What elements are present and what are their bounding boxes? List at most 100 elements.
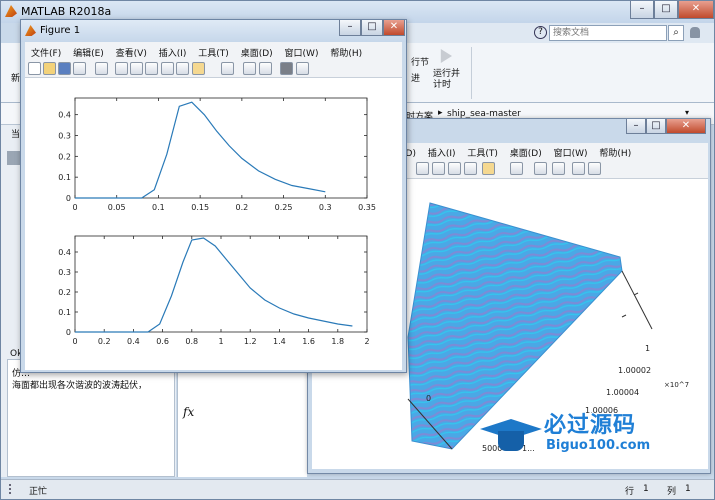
watermark-name: 必过源码 <box>544 413 637 438</box>
main-maximize-button[interactable]: □ <box>654 1 678 19</box>
run-and-time-button[interactable]: 运行并计时 <box>433 69 463 91</box>
fig1-close-button[interactable]: ✕ <box>383 20 405 36</box>
brush-icon[interactable] <box>192 62 205 75</box>
command-window[interactable]: fx <box>177 359 307 477</box>
search-docs-input[interactable] <box>549 25 667 41</box>
rotate-icon[interactable] <box>464 162 477 175</box>
x-tick-label: 1.2 <box>244 337 257 346</box>
matlab-logo-icon <box>5 5 17 17</box>
link-plot-icon[interactable] <box>221 62 234 75</box>
x-tick-label: 0.6 <box>156 337 169 346</box>
zoom-in-icon[interactable] <box>416 162 429 175</box>
zoom-in-icon[interactable] <box>115 62 128 75</box>
fig1-title: Figure 1 <box>40 25 81 36</box>
dock-icon[interactable] <box>588 162 601 175</box>
status-col-label: 列 <box>667 487 677 497</box>
menu-view[interactable]: 查看(V) <box>116 49 147 59</box>
fig2-maximize-button[interactable]: □ <box>646 119 666 134</box>
hide-tools-icon[interactable] <box>572 162 585 175</box>
menu-help[interactable]: 帮助(H) <box>330 49 362 59</box>
ribbon-section-label[interactable]: 行节 <box>411 55 429 68</box>
x-tick-label: 1.6 <box>302 337 315 346</box>
edit-plot-icon[interactable] <box>95 62 108 75</box>
ribbon-divider <box>471 47 472 99</box>
fx-icon: fx <box>183 405 195 419</box>
x-tick-label: 0 <box>72 337 77 346</box>
y-tick-3: 1.00004 <box>606 388 639 397</box>
open-file-icon[interactable] <box>43 62 56 75</box>
main-minimize-button[interactable]: – <box>630 1 654 19</box>
graduation-cap-icon <box>480 413 542 453</box>
zoom-out-icon[interactable] <box>130 62 143 75</box>
print-icon[interactable] <box>73 62 86 75</box>
main-close-button[interactable]: ✕ <box>678 1 714 19</box>
x-tick-label: 0.2 <box>235 203 248 212</box>
show-tools-icon[interactable] <box>296 62 309 75</box>
fig2-menu-help[interactable]: 帮助(H) <box>599 149 631 159</box>
subplot-1: 0 0.05 0.1 0.15 0.2 0.25 0.3 0.35 0 0.1 0.2 0.3 0.4 <box>58 97 376 212</box>
y-tick-label: 0.4 <box>58 248 71 257</box>
fig2-menu-window[interactable]: 窗口(W) <box>554 149 588 159</box>
x-tick-label: 0.2 <box>98 337 111 346</box>
menu-edit[interactable]: 编辑(E) <box>73 49 104 59</box>
fig1-titlebar: Figure 1 – □ ✕ <box>21 20 406 42</box>
x-tick-label: 0.1 <box>152 203 165 212</box>
y-tick-label: 0.3 <box>58 132 71 141</box>
brush-icon[interactable] <box>482 162 495 175</box>
watermark-url: Biguo100.com <box>546 438 651 453</box>
menu-file[interactable]: 文件(F) <box>31 49 61 59</box>
x-tick-label: 0.15 <box>191 203 209 212</box>
help-icon[interactable]: ? <box>534 26 547 39</box>
run-and-time-icon[interactable] <box>440 49 452 63</box>
fig1-minimize-button[interactable]: – <box>339 20 361 36</box>
fig2-menu-insert[interactable]: 插入(I) <box>428 149 456 159</box>
pan-icon[interactable] <box>448 162 461 175</box>
data-cursor-icon[interactable] <box>176 62 189 75</box>
fig2-menu-desktop[interactable]: 桌面(D) <box>510 149 542 159</box>
rotate-3d-icon[interactable] <box>161 62 174 75</box>
colorbar-icon[interactable] <box>534 162 547 175</box>
toolstrip-quickaccess: ? ▾ ⌕ <box>406 23 714 43</box>
menu-window[interactable]: 窗口(W) <box>285 49 319 59</box>
y-exponent: ×10^7 <box>664 381 689 389</box>
menu-desktop[interactable]: 桌面(D) <box>241 49 273 59</box>
path-separator-icon: ▸ <box>438 108 443 118</box>
fig2-close-button[interactable]: ✕ <box>666 119 706 134</box>
colorbar-icon[interactable] <box>243 62 256 75</box>
status-col-value: 1 <box>685 484 691 494</box>
y-tick-label: 0.1 <box>58 308 71 317</box>
fig1-maximize-button[interactable]: □ <box>361 20 383 36</box>
fig2-menu-tools[interactable]: 工具(T) <box>467 149 498 159</box>
legend-icon[interactable] <box>259 62 272 75</box>
notification-icon[interactable] <box>690 27 700 38</box>
pan-icon[interactable] <box>145 62 158 75</box>
legend-icon[interactable] <box>552 162 565 175</box>
menu-insert[interactable]: 插入(I) <box>159 49 187 59</box>
figure1-window: Figure 1 – □ ✕ 文件(F) 编辑(E) 查看(V) 插入(I) 工… <box>20 19 407 373</box>
search-icon[interactable]: ⌕ <box>668 25 684 41</box>
x-tick-label: 0.4 <box>127 337 140 346</box>
x-tick-label: 0.3 <box>319 203 332 212</box>
fig1-toolbar <box>25 59 402 78</box>
status-bar: 正忙 行 1 列 1 <box>1 479 714 499</box>
watermark: 必过源码 Biguo100.com <box>480 405 700 463</box>
status-row-value: 1 <box>643 484 649 494</box>
fig2-minimize-button[interactable]: – <box>626 119 646 134</box>
x-tick-label: 0.25 <box>275 203 293 212</box>
main-window-title: MATLAB R2018a <box>21 5 112 18</box>
menu-tools[interactable]: 工具(T) <box>198 49 229 59</box>
new-figure-icon[interactable] <box>28 62 41 75</box>
link-icon[interactable] <box>510 162 523 175</box>
x-tick-label: 1.8 <box>331 337 344 346</box>
details-panel: 仿… 海面都出现各次谐波的波涛起伏， <box>7 359 175 477</box>
details-text: 海面都出现各次谐波的波涛起伏， <box>12 381 148 391</box>
ribbon-new-label[interactable]: 新 <box>11 71 20 84</box>
x-tick-label: 2 <box>364 337 369 346</box>
zoom-out-icon[interactable] <box>432 162 445 175</box>
hide-tools-icon[interactable] <box>280 62 293 75</box>
x-tick-label: 1.4 <box>273 337 286 346</box>
save-icon[interactable] <box>58 62 71 75</box>
path-dropdown-icon[interactable]: ▾ <box>685 108 689 117</box>
ribbon-advance-label[interactable]: 进 <box>411 71 420 84</box>
y-tick-label: 0 <box>66 194 71 203</box>
